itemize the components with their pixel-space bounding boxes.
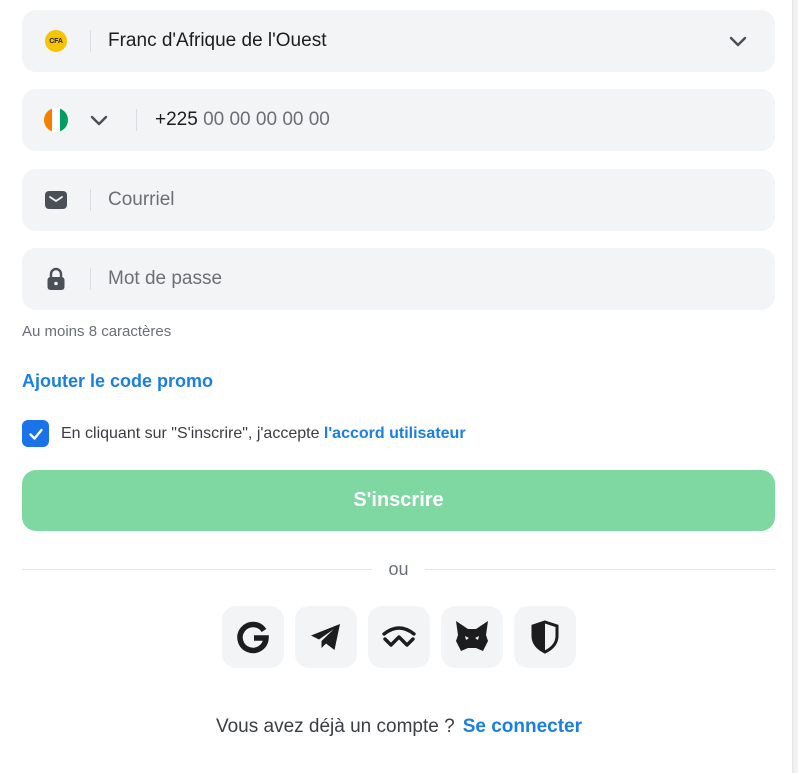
phone-placeholder: 00 00 00 00 00 [197, 109, 330, 130]
cfa-coin-icon: CFA [45, 30, 67, 52]
divider-label: ou [388, 559, 409, 579]
cote-divoire-flag-icon [44, 108, 68, 132]
terms-checkbox[interactable] [22, 420, 49, 447]
phone-dial-code: +225 [155, 109, 198, 130]
divider-line-right [425, 569, 775, 570]
login-link[interactable]: Se connecter [463, 716, 582, 737]
login-prompt-text: Vous avez déjà un compte ? [215, 716, 455, 737]
email-icon-wrap [22, 169, 90, 231]
login-prompt: Vous avez déjà un compte ? Se connecter [0, 716, 798, 738]
telegram-icon [311, 624, 340, 650]
phone-field[interactable]: +225 00 00 00 00 00 [22, 89, 775, 151]
password-hint: Au moins 8 caractères [22, 323, 172, 340]
walletconnect-login-button[interactable] [368, 606, 430, 668]
divider-line-left [22, 569, 372, 570]
user-agreement-link[interactable]: l'accord utilisateur [324, 425, 466, 442]
walletconnect-icon [382, 626, 416, 647]
checkmark-icon [28, 428, 43, 440]
currency-select[interactable]: CFA Franc d'Afrique de l'Ouest [22, 10, 775, 72]
password-field[interactable]: Mot de passe [22, 248, 775, 310]
shield-icon [531, 620, 559, 654]
terms-text: En cliquant sur "S'inscrire", j'accepte [61, 424, 324, 442]
google-icon [237, 621, 269, 654]
password-input[interactable]: Mot de passe [91, 268, 222, 290]
email-input[interactable]: Courriel [91, 189, 175, 211]
lock-icon-wrap [22, 248, 90, 310]
signup-form: CFA Franc d'Afrique de l'Ouest +225 00 0… [0, 0, 798, 773]
currency-badge-wrap: CFA [22, 10, 90, 72]
social-login-row [222, 606, 576, 668]
google-login-button[interactable] [222, 606, 284, 668]
shield-login-button[interactable] [514, 606, 576, 668]
telegram-login-button[interactable] [295, 606, 357, 668]
terms-agreement: En cliquant sur "S'inscrire", j'accepte … [22, 420, 466, 447]
phone-input[interactable]: +225 00 00 00 00 00 [137, 109, 330, 131]
country-code-select[interactable] [22, 108, 136, 132]
envelope-icon [45, 191, 67, 209]
terms-text-wrap: En cliquant sur "S'inscrire", j'accepte … [61, 425, 466, 443]
add-promo-code-link[interactable]: Ajouter le code promo [22, 371, 213, 392]
chevron-down-icon [90, 115, 108, 126]
email-field[interactable]: Courriel [22, 169, 775, 231]
signup-button[interactable]: S'inscrire [22, 470, 775, 531]
metamask-login-button[interactable] [441, 606, 503, 668]
lock-icon [47, 267, 65, 290]
currency-value: Franc d'Afrique de l'Ouest [108, 30, 327, 51]
metamask-icon [456, 621, 488, 651]
scrollbar[interactable] [792, 0, 798, 773]
chevron-down-icon [729, 36, 747, 47]
